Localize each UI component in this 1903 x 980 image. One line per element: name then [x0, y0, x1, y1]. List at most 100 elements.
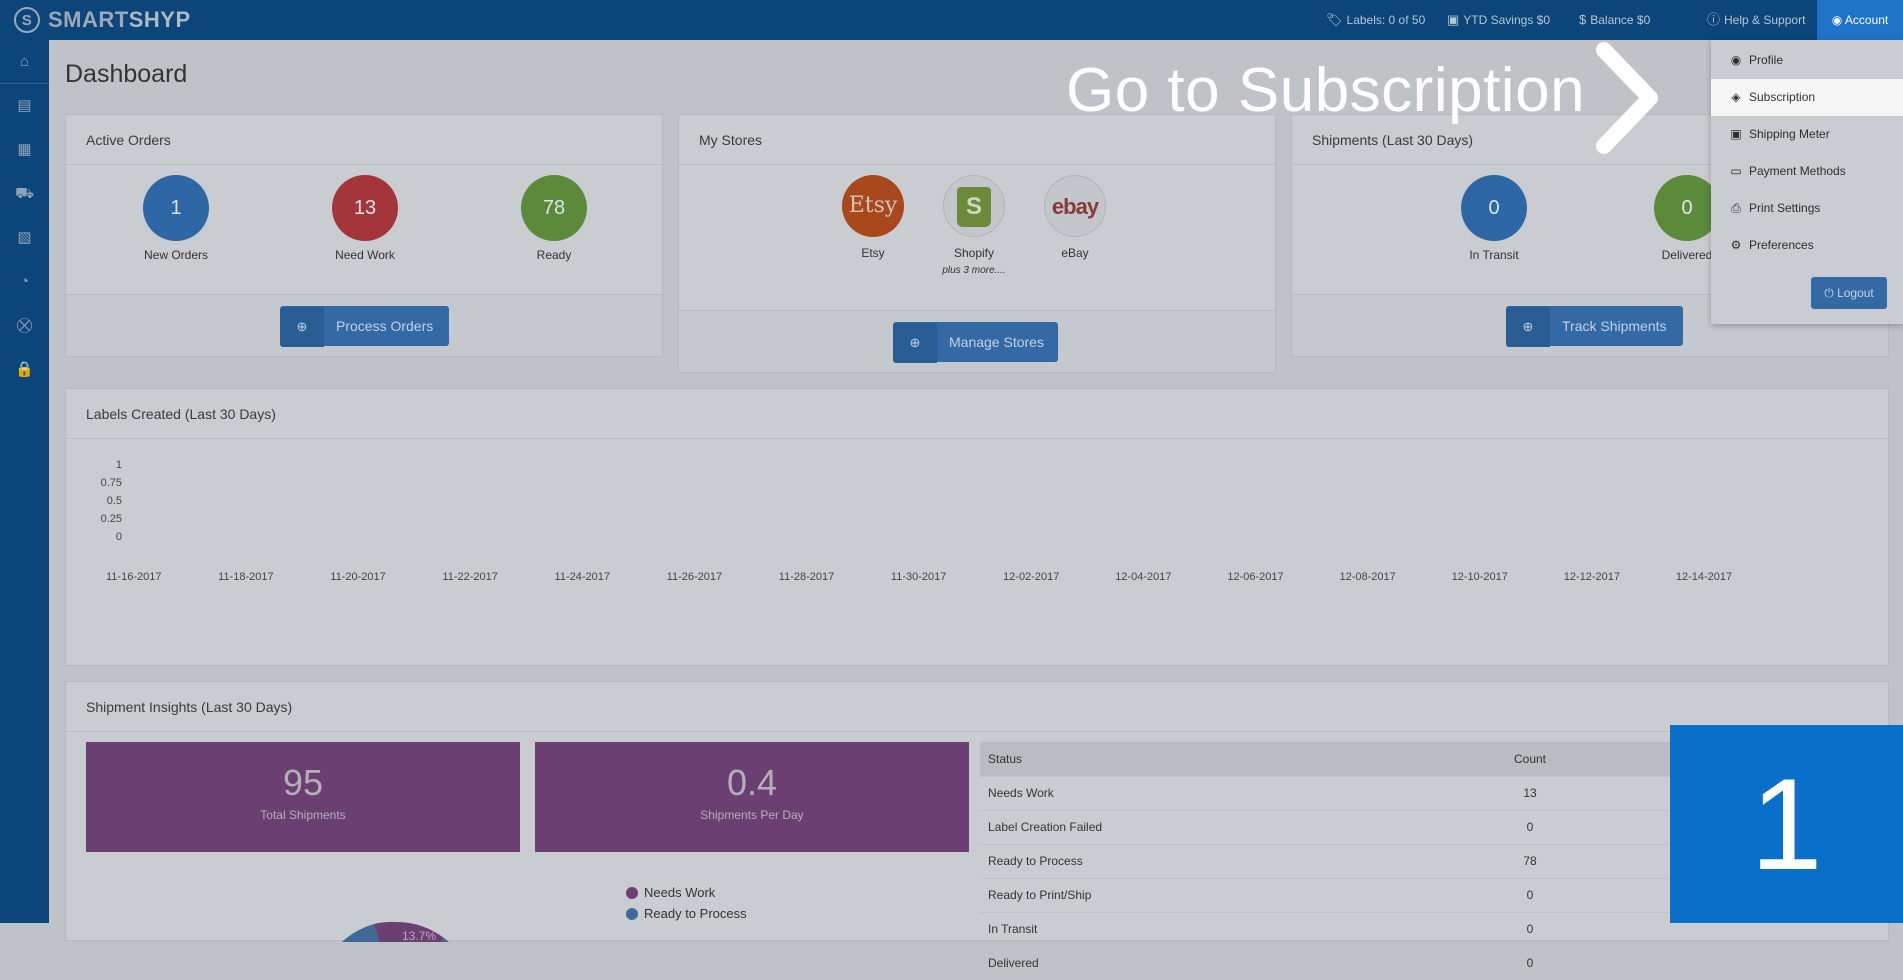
circle-arrow-icon: ⊕ — [1506, 307, 1550, 347]
chart-x-tick: 12-12-2017 — [1563, 571, 1620, 583]
track-shipments-button[interactable]: ⊕ Track Shipments — [1506, 306, 1683, 347]
calendar-icon[interactable]: ▦ — [0, 128, 49, 172]
menu-item-subscription[interactable]: ◈ Subscription — [1711, 79, 1903, 116]
status-header: Status — [980, 742, 1485, 776]
truck-icon[interactable]: ⛟ — [0, 172, 49, 216]
legend-dot — [626, 887, 638, 899]
chart-x-tick: 11-28-2017 — [778, 571, 835, 583]
chart-x-tick: 11-26-2017 — [666, 571, 723, 583]
pie-slice-label: 13.7% — [402, 929, 436, 942]
shipments-per-day-label: Shipments Per Day — [700, 808, 804, 822]
chart-x-tick: 11-24-2017 — [554, 571, 610, 583]
need-work-label: Need Work — [335, 248, 395, 262]
legend-dot — [626, 908, 638, 920]
status-pie-chart: 13.7% — [341, 921, 449, 942]
main-content: Dashboard Active Orders 1 New Orders 13 … — [49, 40, 1903, 980]
shipments-per-day-card: 0.4 Shipments Per Day — [535, 742, 969, 852]
menu-item-preferences[interactable]: ⚙ Preferences — [1711, 227, 1903, 264]
more-stores-note[interactable]: plus 3 more.... — [914, 265, 1034, 276]
sidebar: ⌂ ▤ ▦ ⛟ ▧ ◔ ⛒ 🔒 — [0, 40, 49, 923]
logo-mark-icon: S — [14, 7, 40, 33]
gears-icon: ⚙ — [1730, 238, 1742, 252]
page-title: Dashboard — [65, 60, 188, 88]
ticket-icon: ◈ — [1731, 90, 1741, 104]
address-book-icon[interactable]: ▧ — [0, 216, 49, 260]
chart-x-tick: 11-18-2017 — [218, 571, 274, 583]
count-header: Count — [1485, 742, 1575, 776]
home-icon[interactable]: ⌂ — [0, 40, 49, 84]
legend-ready-to-process[interactable]: Ready to Process — [626, 906, 747, 921]
my-stores-panel: My Stores Etsy Etsy S Shopify plus 3 mor… — [678, 114, 1276, 373]
chevron-right-icon — [1596, 42, 1658, 154]
labels-created-panel: Labels Created (Last 30 Days) 1 0.75 0.5 0.… — [65, 388, 1889, 666]
chart-x-tick: 12-14-2017 — [1675, 571, 1733, 583]
ready-count[interactable]: 78 — [521, 175, 587, 241]
logo-text-shyp: SHYP — [128, 7, 191, 32]
dollar-icon: $ — [1579, 12, 1587, 27]
balance[interactable]: $ Balance $0 — [1579, 0, 1650, 40]
shipment-insights-title: Shipment Insights (Last 30 Days) — [66, 682, 1888, 732]
new-orders-count[interactable]: 1 — [143, 175, 209, 241]
lock-icon[interactable]: 🔒 — [0, 348, 49, 392]
top-navbar: S SMART SHYP 🏷 Labels: 0 of 50 ▣ YTD Saving… — [0, 0, 1903, 40]
menu-item-print-settings[interactable]: ⎙ Print Settings — [1711, 190, 1903, 227]
ready-label: Ready — [536, 248, 572, 262]
active-orders-footer: ⊕ Process Orders — [66, 294, 662, 356]
logout-button[interactable]: ⏻ Logout — [1811, 277, 1887, 309]
menu-item-shipping-meter[interactable]: ▣ Shipping Meter — [1711, 116, 1903, 153]
legend-needs-work[interactable]: Needs Work — [626, 885, 715, 900]
total-shipments-card: 95 Total Shipments — [86, 742, 520, 852]
menu-item-payment-methods[interactable]: ▭ Payment Methods — [1711, 153, 1903, 190]
table-row: Delivered 0 — [980, 945, 1861, 980]
tutorial-instruction: Go to Subscription — [1066, 56, 1586, 125]
tag-icon: 🏷 — [1326, 12, 1343, 27]
shipments-per-day-value: 0.4 — [726, 762, 778, 803]
power-icon: ⏻ — [1824, 286, 1838, 300]
question-circle-icon: ⓘ — [1707, 12, 1721, 27]
ebay-logo[interactable]: ebay — [1044, 175, 1106, 237]
logo-text-smart: SMART — [48, 7, 129, 32]
money-icon: ▣ — [1447, 12, 1460, 27]
printer-icon: ⎙ — [1731, 201, 1741, 215]
user-circle-icon: ◉ — [1831, 13, 1845, 27]
need-work-count[interactable]: 13 — [332, 175, 398, 241]
chart-x-tick: 12-06-2017 — [1227, 571, 1284, 583]
ytd-savings[interactable]: ▣ YTD Savings $0 — [1447, 0, 1550, 40]
total-shipments-label: Total Shipments — [260, 808, 346, 822]
tutorial-step-number: 1 — [1670, 725, 1903, 923]
manage-stores-button[interactable]: ⊕ Manage Stores — [893, 322, 1058, 363]
cart-icon[interactable]: ⛒ — [0, 304, 49, 348]
help-support-link[interactable]: ⓘ Help & Support — [1707, 0, 1805, 40]
pie-chart-icon[interactable]: ◔ — [0, 260, 49, 304]
labels-counter[interactable]: 🏷 Labels: 0 of 50 — [1326, 0, 1425, 40]
user-circle-icon: ◉ — [1730, 53, 1742, 67]
chart-x-tick: 12-10-2017 — [1451, 571, 1508, 583]
process-orders-button[interactable]: ⊕ Process Orders — [280, 306, 449, 347]
chart-y-tick: 0.5 — [106, 495, 122, 507]
in-transit-count[interactable]: 0 — [1461, 175, 1527, 241]
ebay-label: eBay — [1061, 246, 1089, 260]
chart-x-tick: 11-20-2017 — [330, 571, 386, 583]
in-transit-label: In Transit — [1469, 248, 1519, 262]
smartshyp-logo[interactable]: S SMART SHYP — [14, 7, 191, 33]
chart-y-tick: 0 — [115, 531, 122, 543]
shopify-logo[interactable]: S — [943, 175, 1005, 237]
chart-y-tick: 0.75 — [100, 477, 122, 489]
active-orders-panel: Active Orders 1 New Orders 13 Need Work … — [65, 114, 663, 357]
account-button[interactable]: ◉ Account — [1817, 0, 1903, 40]
chart-x-tick: 11-16-2017 — [106, 571, 162, 583]
total-shipments-value: 95 — [282, 762, 324, 803]
new-orders-label: New Orders — [143, 248, 208, 262]
basket-icon[interactable]: ▤ — [0, 84, 49, 128]
menu-item-profile[interactable]: ◉ Profile — [1711, 42, 1903, 79]
credit-card-icon: ▭ — [1730, 164, 1742, 178]
active-orders-title: Active Orders — [66, 115, 662, 165]
chart-x-tick: 11-22-2017 — [442, 571, 498, 583]
labels-created-chart: 1 0.75 0.5 0.25 0 11-16-2017 11-18-2017 11-20-2… — [66, 439, 1890, 667]
labels-created-title: Labels Created (Last 30 Days) — [66, 389, 1888, 439]
account-dropdown-menu: ◉ Profile ◈ Subscription ▣ Shipping Meter ▭… — [1711, 40, 1903, 324]
circle-arrow-icon: ⊕ — [893, 323, 937, 363]
my-stores-footer: ⊕ Manage Stores — [679, 310, 1275, 372]
chart-x-tick: 12-08-2017 — [1339, 571, 1396, 583]
etsy-logo[interactable]: Etsy — [842, 175, 904, 237]
